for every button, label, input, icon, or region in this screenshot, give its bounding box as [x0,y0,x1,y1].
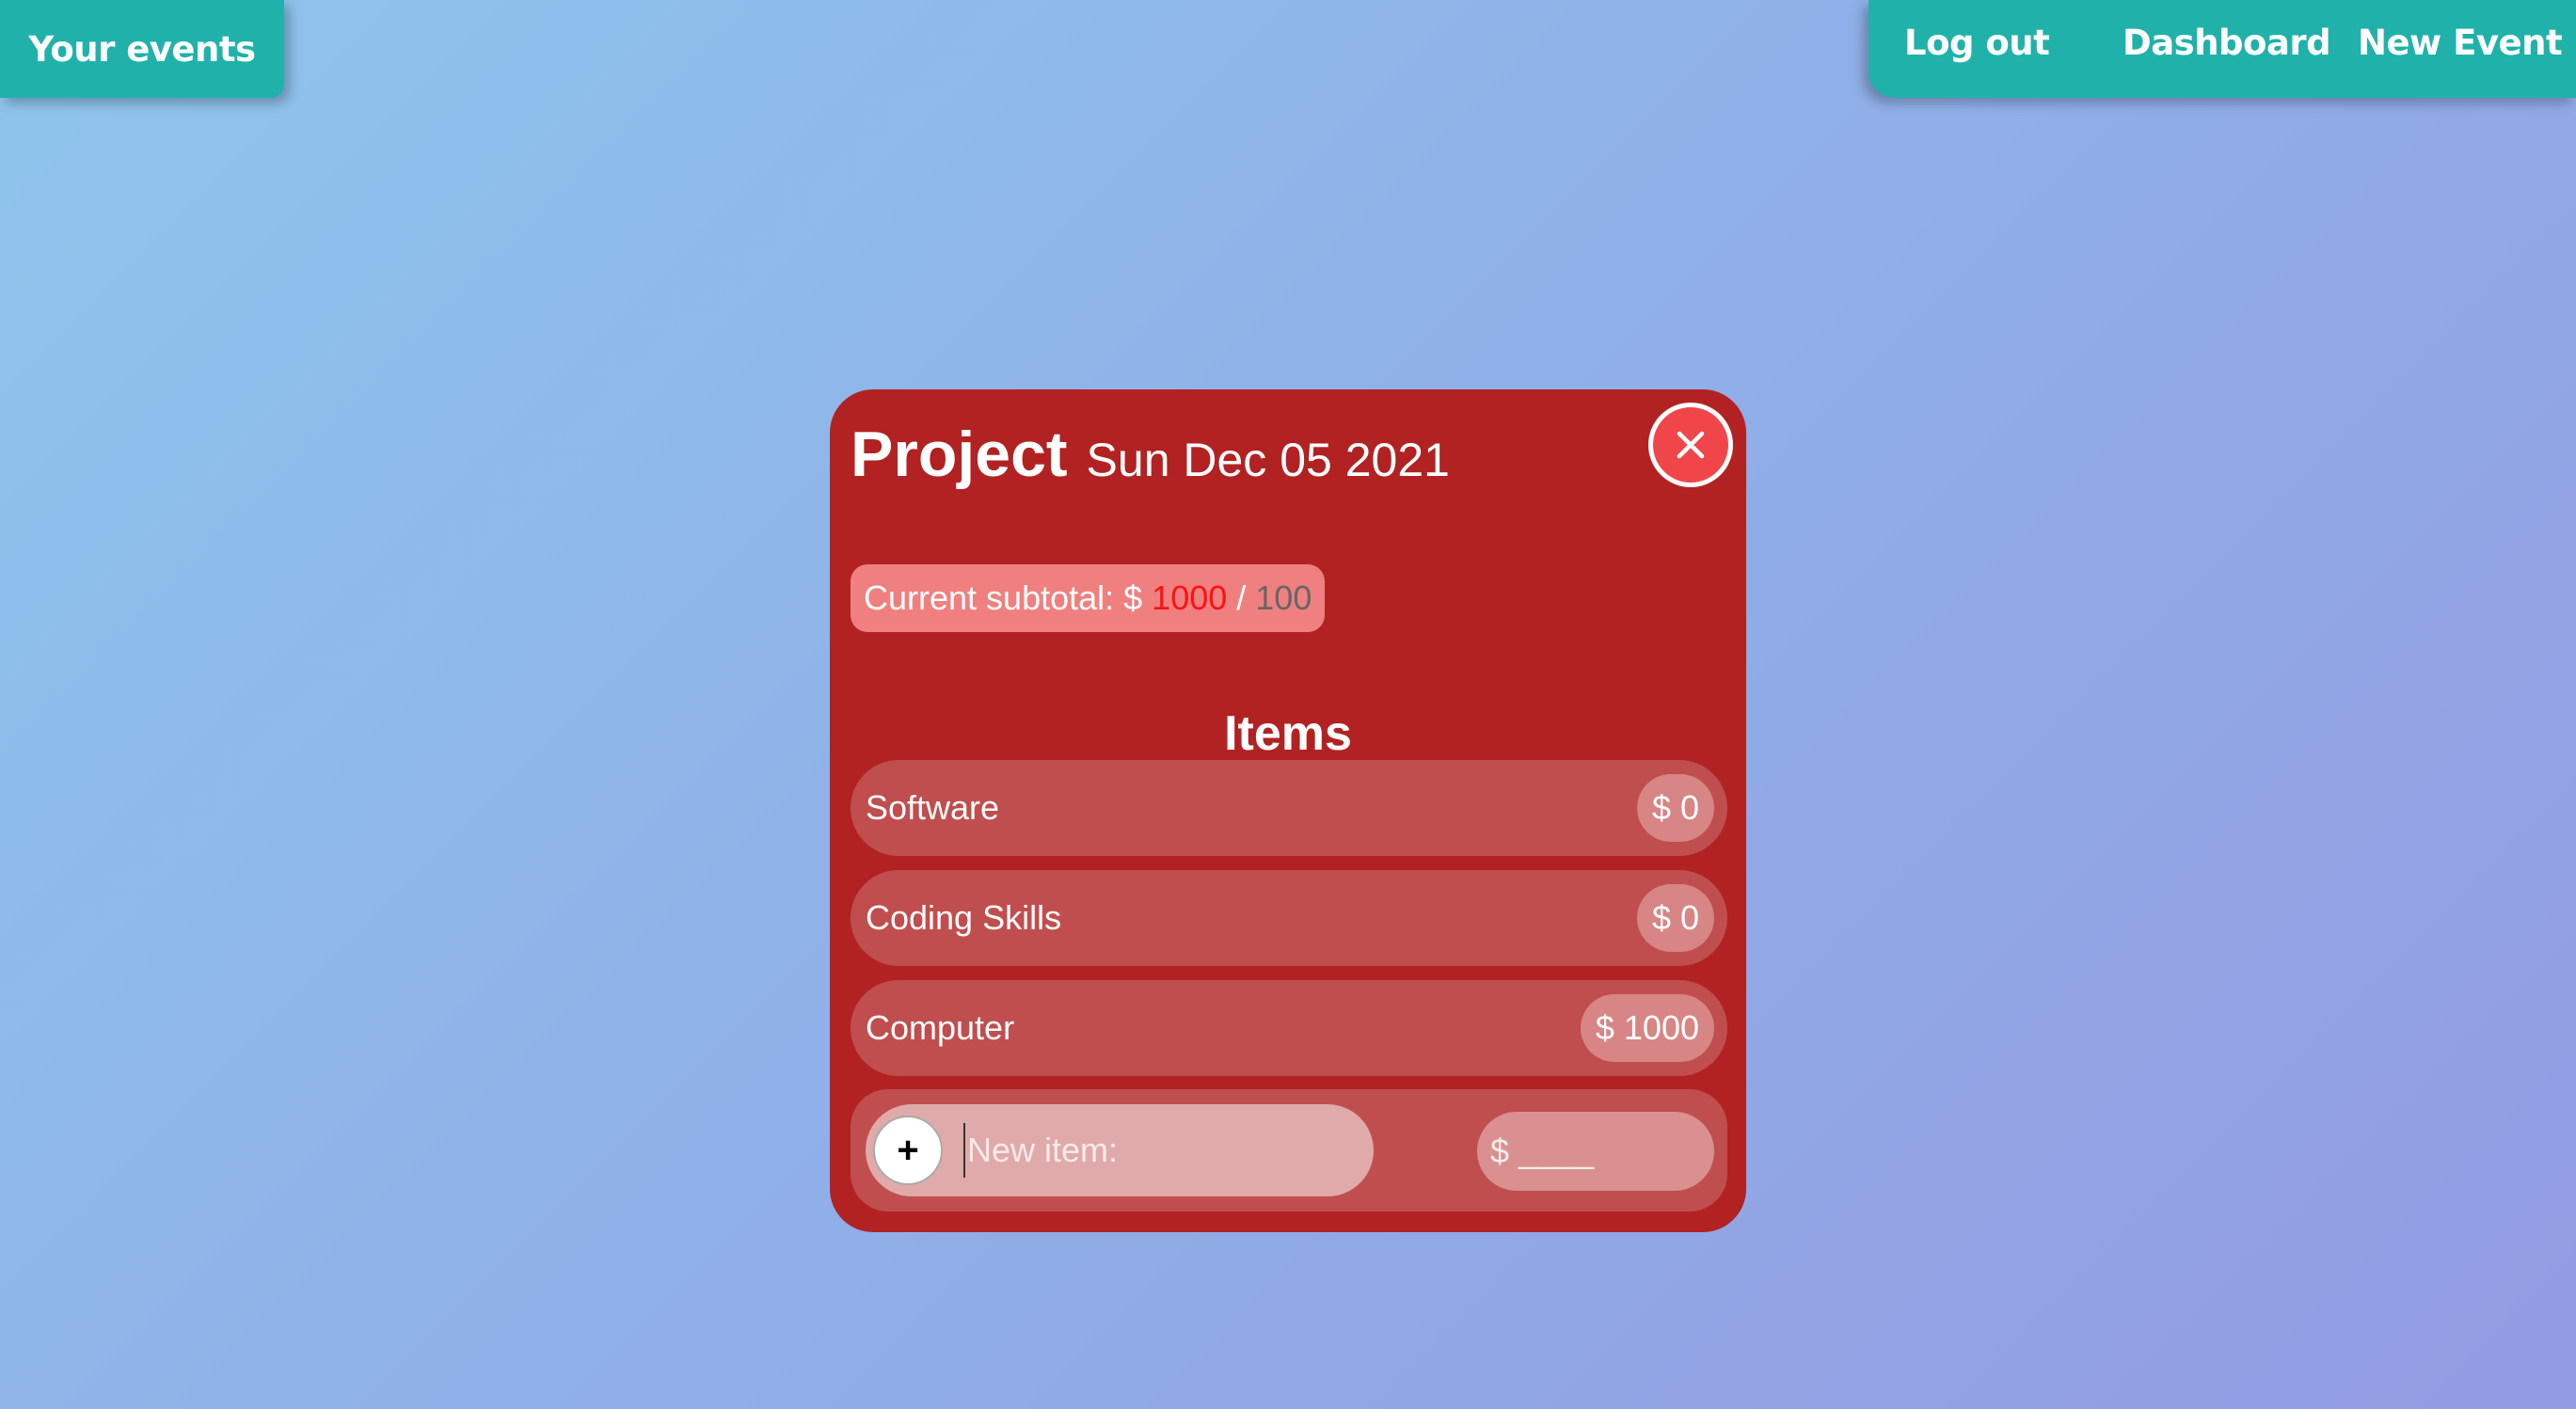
plus-icon: + [897,1130,919,1171]
item-price[interactable]: $ 0 [1636,774,1714,842]
event-title: Project [851,419,1068,490]
item-name: Software [866,788,1000,827]
list-item[interactable]: Coding Skills $ 0 [851,870,1727,966]
item-price[interactable]: $ 1000 [1580,994,1714,1062]
item-name: Coding Skills [866,898,1062,937]
new-item-name-input[interactable] [963,1123,1359,1178]
subtotal-goal: 100 [1255,578,1312,617]
items-heading: Items [1224,706,1352,761]
event-date: Sun Dec 05 2021 [1086,434,1450,486]
close-button[interactable] [1648,403,1733,487]
new-item-price-wrapper [1477,1112,1714,1191]
item-name: Computer [866,1008,1015,1047]
top-nav-bar: Log out Dashboard New Event [1868,0,2576,98]
modal-title: Project Sun Dec 05 2021 [851,418,1450,491]
event-modal: Project Sun Dec 05 2021 Current subtotal… [830,389,1746,1232]
list-item[interactable]: Software $ 0 [851,760,1727,856]
subtotal-label: Current subtotal: $ [864,578,1143,617]
list-item[interactable]: Computer $ 1000 [851,980,1727,1076]
nav-dashboard-link[interactable]: Dashboard [2123,23,2331,63]
nav-your-events-label: Your events [28,28,256,70]
new-item-name-wrapper: + [866,1104,1374,1196]
subtotal-current: 1000 [1152,578,1228,617]
nav-new-event-link[interactable]: New Event [2358,23,2563,63]
close-icon [1677,431,1705,459]
subtotal-separator: / [1236,578,1247,617]
item-price[interactable]: $ 0 [1636,884,1714,952]
new-item-price-input[interactable] [1490,1123,1701,1179]
new-item-row: + [851,1089,1727,1211]
add-item-button[interactable]: + [873,1116,943,1185]
subtotal-badge: Current subtotal: $ 1000/100 [851,564,1326,632]
nav-your-events[interactable]: Your events [0,0,284,98]
nav-logout-link[interactable]: Log out [1904,23,2050,63]
